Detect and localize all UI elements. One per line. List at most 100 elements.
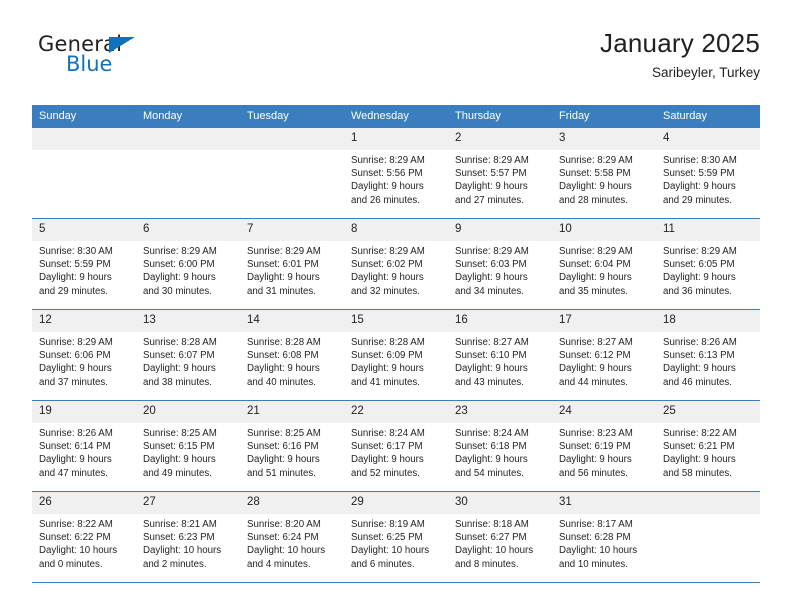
daylight-duration-line2: and 36 minutes. xyxy=(663,285,732,297)
weekday-header-friday: Friday xyxy=(552,105,656,128)
day-detail: Sunrise: 8:24 AM Sunset: 6:18 PM Daylight:… xyxy=(448,423,552,480)
day-number: 11 xyxy=(656,219,760,241)
daylight-duration-line1: Daylight: 9 hours xyxy=(663,454,736,466)
daylight-duration-line2: and 29 minutes. xyxy=(39,285,108,297)
sunset-time: Sunset: 5:56 PM xyxy=(351,168,423,180)
day-number: 15 xyxy=(344,310,448,332)
calendar-day-cell[interactable]: 29 Sunrise: 8:19 AM Sunset: 6:25 PM Dayligh… xyxy=(344,491,448,582)
day-detail: Sunrise: 8:27 AM Sunset: 6:12 PM Daylight:… xyxy=(552,332,656,389)
daylight-duration-line1: Daylight: 10 hours xyxy=(351,545,430,557)
sunrise-time: Sunrise: 8:29 AM xyxy=(663,246,737,257)
day-detail: Sunrise: 8:29 AM Sunset: 5:56 PM Daylight:… xyxy=(344,150,448,207)
day-detail: Sunrise: 8:29 AM Sunset: 6:05 PM Daylight:… xyxy=(656,241,760,298)
calendar-day-cell[interactable]: 18 Sunrise: 8:26 AM Sunset: 6:13 PM Dayligh… xyxy=(656,309,760,401)
calendar-day-cell[interactable]: 8 Sunrise: 8:29 AM Sunset: 6:02 PM Daylight… xyxy=(344,218,448,310)
day-detail: Sunrise: 8:17 AM Sunset: 6:28 PM Daylight:… xyxy=(552,514,656,571)
day-number: 5 xyxy=(32,219,136,241)
calendar-day-cell[interactable]: 25 Sunrise: 8:22 AM Sunset: 6:21 PM Dayligh… xyxy=(656,400,760,492)
calendar-day-cell[interactable]: 26 Sunrise: 8:22 AM Sunset: 6:22 PM Dayligh… xyxy=(32,491,136,582)
calendar-day-cell[interactable]: 31 Sunrise: 8:17 AM Sunset: 6:28 PM Dayligh… xyxy=(552,491,656,582)
sunrise-time: Sunrise: 8:21 AM xyxy=(143,519,217,530)
day-number: 20 xyxy=(136,401,240,423)
day-detail: Sunrise: 8:28 AM Sunset: 6:07 PM Daylight:… xyxy=(136,332,240,389)
daylight-duration-line2: and 43 minutes. xyxy=(455,376,524,388)
day-detail: Sunrise: 8:29 AM Sunset: 6:00 PM Daylight:… xyxy=(136,241,240,298)
day-number: 29 xyxy=(344,492,448,514)
day-detail: Sunrise: 8:18 AM Sunset: 6:27 PM Daylight:… xyxy=(448,514,552,571)
daylight-duration-line2: and 27 minutes. xyxy=(455,194,524,206)
calendar-day-cell[interactable]: 1 Sunrise: 8:29 AM Sunset: 5:56 PM Daylight… xyxy=(344,127,448,219)
calendar-day-cell[interactable]: 27 Sunrise: 8:21 AM Sunset: 6:23 PM Dayligh… xyxy=(136,491,240,582)
weekday-header-monday: Monday xyxy=(136,105,240,128)
daylight-duration-line1: Daylight: 9 hours xyxy=(663,181,736,193)
calendar-day-cell[interactable]: 12 Sunrise: 8:29 AM Sunset: 6:06 PM Dayligh… xyxy=(32,309,136,401)
calendar-day-cell[interactable]: 14 Sunrise: 8:28 AM Sunset: 6:08 PM Dayligh… xyxy=(240,309,344,401)
day-detail: Sunrise: 8:29 AM Sunset: 6:03 PM Daylight:… xyxy=(448,241,552,298)
calendar-day-cell[interactable]: 13 Sunrise: 8:28 AM Sunset: 6:07 PM Dayligh… xyxy=(136,309,240,401)
daylight-duration-line1: Daylight: 9 hours xyxy=(39,363,112,375)
sunrise-time: Sunrise: 8:17 AM xyxy=(559,519,633,530)
calendar-week-row: 19 Sunrise: 8:26 AM Sunset: 6:14 PM Dayligh… xyxy=(32,400,760,492)
calendar-day-cell[interactable]: 9 Sunrise: 8:29 AM Sunset: 6:03 PM Daylight… xyxy=(448,218,552,310)
calendar-week-row: 1 Sunrise: 8:29 AM Sunset: 5:56 PM Daylight… xyxy=(32,127,760,219)
daylight-duration-line1: Daylight: 10 hours xyxy=(455,545,534,557)
calendar-day-cell[interactable]: 6 Sunrise: 8:29 AM Sunset: 6:00 PM Daylight… xyxy=(136,218,240,310)
day-number: 25 xyxy=(656,401,760,423)
daylight-duration-line1: Daylight: 9 hours xyxy=(39,272,112,284)
sunset-time: Sunset: 6:14 PM xyxy=(39,441,111,453)
calendar-day-cell[interactable]: 10 Sunrise: 8:29 AM Sunset: 6:04 PM Dayligh… xyxy=(552,218,656,310)
logo-triangle-icon xyxy=(109,37,135,53)
day-detail: Sunrise: 8:22 AM Sunset: 6:21 PM Daylight:… xyxy=(656,423,760,480)
daylight-duration-line1: Daylight: 9 hours xyxy=(455,454,528,466)
calendar-day-cell[interactable]: 24 Sunrise: 8:23 AM Sunset: 6:19 PM Dayligh… xyxy=(552,400,656,492)
calendar-day-cell[interactable]: 28 Sunrise: 8:20 AM Sunset: 6:24 PM Dayligh… xyxy=(240,491,344,582)
day-number: 3 xyxy=(552,128,656,150)
calendar-day-cell[interactable]: 22 Sunrise: 8:24 AM Sunset: 6:17 PM Dayligh… xyxy=(344,400,448,492)
sunset-time: Sunset: 6:06 PM xyxy=(39,350,111,362)
day-number: 27 xyxy=(136,492,240,514)
day-detail: Sunrise: 8:19 AM Sunset: 6:25 PM Daylight:… xyxy=(344,514,448,571)
calendar-day-cell[interactable]: 19 Sunrise: 8:26 AM Sunset: 6:14 PM Dayligh… xyxy=(32,400,136,492)
calendar-day-cell[interactable]: 5 Sunrise: 8:30 AM Sunset: 5:59 PM Daylight… xyxy=(32,218,136,310)
daylight-duration-line2: and 30 minutes. xyxy=(143,285,212,297)
calendar-day-cell[interactable]: 11 Sunrise: 8:29 AM Sunset: 6:05 PM Dayligh… xyxy=(656,218,760,310)
calendar-day-cell[interactable]: 17 Sunrise: 8:27 AM Sunset: 6:12 PM Dayligh… xyxy=(552,309,656,401)
calendar-day-cell[interactable]: 15 Sunrise: 8:28 AM Sunset: 6:09 PM Dayligh… xyxy=(344,309,448,401)
calendar-day-cell[interactable]: 16 Sunrise: 8:27 AM Sunset: 6:10 PM Dayligh… xyxy=(448,309,552,401)
sunrise-time: Sunrise: 8:30 AM xyxy=(39,246,113,257)
daylight-duration-line1: Daylight: 9 hours xyxy=(351,363,424,375)
day-number: 10 xyxy=(552,219,656,241)
weekday-header-sunday: Sunday xyxy=(32,105,136,128)
calendar-week-row: 26 Sunrise: 8:22 AM Sunset: 6:22 PM Dayligh… xyxy=(32,491,760,582)
daylight-duration-line1: Daylight: 9 hours xyxy=(247,272,320,284)
day-number: 2 xyxy=(448,128,552,150)
day-number: 23 xyxy=(448,401,552,423)
day-detail: Sunrise: 8:25 AM Sunset: 6:16 PM Daylight:… xyxy=(240,423,344,480)
calendar-day-cell[interactable]: 20 Sunrise: 8:25 AM Sunset: 6:15 PM Dayligh… xyxy=(136,400,240,492)
day-number: 26 xyxy=(32,492,136,514)
sunset-time: Sunset: 6:00 PM xyxy=(143,259,215,271)
weekday-header-thursday: Thursday xyxy=(448,105,552,128)
sunset-time: Sunset: 6:04 PM xyxy=(559,259,631,271)
daylight-duration-line1: Daylight: 9 hours xyxy=(455,272,528,284)
daylight-duration-line2: and 58 minutes. xyxy=(663,467,732,479)
day-number: 21 xyxy=(240,401,344,423)
calendar-day-cell[interactable]: 2 Sunrise: 8:29 AM Sunset: 5:57 PM Daylight… xyxy=(448,127,552,219)
day-number: 12 xyxy=(32,310,136,332)
calendar-day-cell[interactable]: 30 Sunrise: 8:18 AM Sunset: 6:27 PM Dayligh… xyxy=(448,491,552,582)
day-number: 14 xyxy=(240,310,344,332)
calendar-body: 1 Sunrise: 8:29 AM Sunset: 5:56 PM Daylight… xyxy=(32,127,760,582)
calendar-day-cell[interactable]: 23 Sunrise: 8:24 AM Sunset: 6:18 PM Dayligh… xyxy=(448,400,552,492)
day-number: 17 xyxy=(552,310,656,332)
daylight-duration-line2: and 40 minutes. xyxy=(247,376,316,388)
calendar-day-cell[interactable]: 4 Sunrise: 8:30 AM Sunset: 5:59 PM Daylight… xyxy=(656,127,760,219)
daylight-duration-line2: and 31 minutes. xyxy=(247,285,316,297)
daylight-duration-line1: Daylight: 9 hours xyxy=(351,454,424,466)
calendar-day-cell[interactable]: 7 Sunrise: 8:29 AM Sunset: 6:01 PM Daylight… xyxy=(240,218,344,310)
daylight-duration-line1: Daylight: 9 hours xyxy=(559,363,632,375)
daylight-duration-line2: and 37 minutes. xyxy=(39,376,108,388)
calendar-day-cell[interactable]: 21 Sunrise: 8:25 AM Sunset: 6:16 PM Dayligh… xyxy=(240,400,344,492)
day-detail: Sunrise: 8:27 AM Sunset: 6:10 PM Daylight:… xyxy=(448,332,552,389)
calendar-day-cell[interactable]: 3 Sunrise: 8:29 AM Sunset: 5:58 PM Daylight… xyxy=(552,127,656,219)
daylight-duration-line2: and 44 minutes. xyxy=(559,376,628,388)
